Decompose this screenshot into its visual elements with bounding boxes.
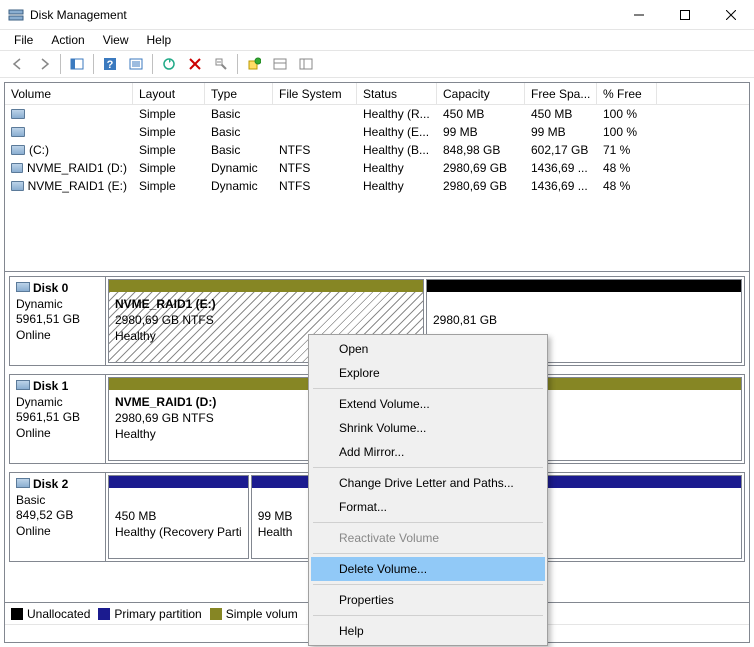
volume-view-button[interactable]	[268, 53, 292, 75]
partition-body: 99 MB Health	[252, 488, 310, 558]
disk-icon	[16, 282, 30, 292]
col-status[interactable]: Status	[357, 83, 437, 104]
menu-help[interactable]: Help	[139, 31, 180, 49]
partition-body: 450 MB Healthy (Recovery Parti	[109, 488, 248, 558]
help-button[interactable]: ?	[98, 53, 122, 75]
refresh-button[interactable]	[157, 53, 181, 75]
context-menu-separator	[313, 388, 543, 389]
disk-info[interactable]: Disk 2 Basic 849,52 GB Online	[10, 473, 106, 561]
context-menu-item[interactable]: Shrink Volume...	[311, 416, 545, 440]
volume-row[interactable]: (C:) Simple Basic NTFS Healthy (B... 848…	[5, 141, 749, 159]
legend-simple: Simple volum	[210, 607, 298, 621]
context-menu-separator	[313, 553, 543, 554]
svg-text:?: ?	[107, 59, 114, 71]
context-menu-separator	[313, 615, 543, 616]
partition-stripe	[252, 476, 310, 488]
volume-row[interactable]: Simple Basic Healthy (E... 99 MB 99 MB 1…	[5, 123, 749, 141]
delete-button[interactable]	[183, 53, 207, 75]
disk-icon	[16, 478, 30, 488]
context-menu-separator	[313, 467, 543, 468]
col-filesystem[interactable]: File System	[273, 83, 357, 104]
context-menu-separator	[313, 522, 543, 523]
context-menu-item[interactable]: Explore	[311, 361, 545, 385]
partition-stripe	[109, 476, 248, 488]
volume-list-header: Volume Layout Type File System Status Ca…	[5, 83, 749, 105]
col-type[interactable]: Type	[205, 83, 273, 104]
minimize-button[interactable]	[616, 0, 662, 30]
volume-icon	[11, 163, 23, 173]
context-menu-item[interactable]: Properties	[311, 588, 545, 612]
properties-button[interactable]	[209, 53, 233, 75]
volume-row[interactable]: NVME_RAID1 (D:) Simple Dynamic NTFS Heal…	[5, 159, 749, 177]
disk-view-button[interactable]	[294, 53, 318, 75]
col-pctfree[interactable]: % Free	[597, 83, 657, 104]
partition[interactable]: 450 MB Healthy (Recovery Parti	[108, 475, 249, 559]
close-button[interactable]	[708, 0, 754, 30]
legend-primary: Primary partition	[98, 607, 201, 621]
context-menu-item[interactable]: Change Drive Letter and Paths...	[311, 471, 545, 495]
window-controls	[616, 0, 754, 30]
volume-icon	[11, 145, 25, 155]
context-menu-item[interactable]: Open	[311, 337, 545, 361]
legend-unallocated: Unallocated	[11, 607, 90, 621]
context-menu-item: Reactivate Volume	[311, 526, 545, 550]
col-free[interactable]: Free Spa...	[525, 83, 597, 104]
action-list-button[interactable]	[124, 53, 148, 75]
context-menu-item[interactable]: Delete Volume...	[311, 557, 545, 581]
col-volume[interactable]: Volume	[5, 83, 133, 104]
maximize-button[interactable]	[662, 0, 708, 30]
disk-icon	[16, 380, 30, 390]
menu-view[interactable]: View	[95, 31, 137, 49]
context-menu-separator	[313, 584, 543, 585]
volume-row[interactable]: NVME_RAID1 (E:) Simple Dynamic NTFS Heal…	[5, 177, 749, 195]
partition[interactable]: 99 MB Health	[251, 475, 311, 559]
back-button[interactable]	[6, 53, 30, 75]
col-layout[interactable]: Layout	[133, 83, 205, 104]
partition-stripe	[427, 280, 741, 292]
app-icon	[8, 7, 24, 23]
partition-stripe	[109, 280, 423, 292]
context-menu: OpenExplore Extend Volume...Shrink Volume…	[308, 334, 548, 646]
show-hide-console-tree-button[interactable]	[65, 53, 89, 75]
disk-info[interactable]: Disk 0 Dynamic 5961,51 GB Online	[10, 277, 106, 365]
disk-info[interactable]: Disk 1 Dynamic 5961,51 GB Online	[10, 375, 106, 463]
context-menu-item[interactable]: Add Mirror...	[311, 440, 545, 464]
context-menu-item[interactable]: Format...	[311, 495, 545, 519]
menu-file[interactable]: File	[6, 31, 41, 49]
menu-bar: File Action View Help	[0, 30, 754, 50]
volume-icon	[11, 127, 25, 137]
menu-action[interactable]: Action	[43, 31, 92, 49]
volume-icon	[11, 181, 24, 191]
new-volume-button[interactable]	[242, 53, 266, 75]
forward-button[interactable]	[32, 53, 56, 75]
window-title: Disk Management	[30, 8, 616, 22]
title-bar: Disk Management	[0, 0, 754, 30]
col-capacity[interactable]: Capacity	[437, 83, 525, 104]
volume-icon	[11, 109, 25, 119]
toolbar: ?	[0, 50, 754, 78]
volume-row[interactable]: Simple Basic Healthy (R... 450 MB 450 MB…	[5, 105, 749, 123]
context-menu-item[interactable]: Extend Volume...	[311, 392, 545, 416]
context-menu-item[interactable]: Help	[311, 619, 545, 643]
volume-list: Volume Layout Type File System Status Ca…	[5, 83, 749, 272]
